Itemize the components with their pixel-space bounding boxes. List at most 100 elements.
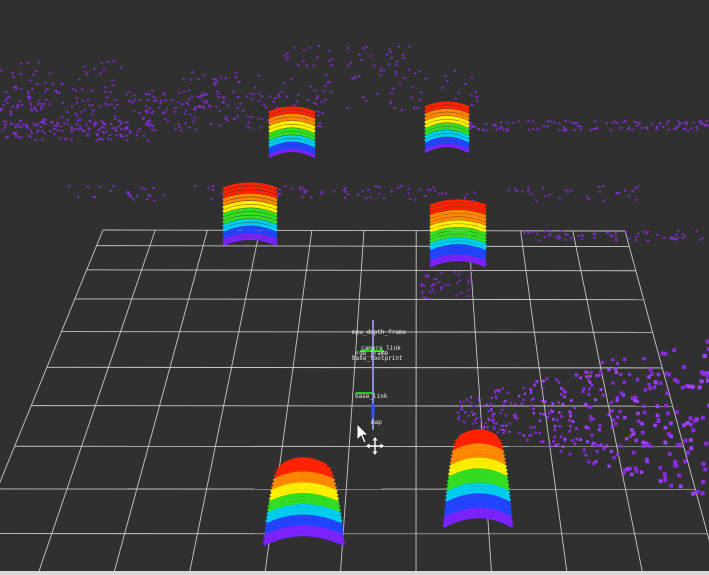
cloud-point (529, 391, 533, 394)
cloud-point (619, 391, 623, 395)
cloud-point (147, 99, 150, 102)
cloud-point (678, 124, 681, 127)
cloud-point (245, 95, 248, 98)
cloud-point (597, 428, 601, 432)
cloud-point (12, 86, 16, 89)
move-camera-icon[interactable] (366, 437, 384, 455)
cloud-point (538, 239, 541, 242)
cloud-point (115, 134, 119, 137)
cloud-point (343, 196, 347, 199)
cloud-point (438, 192, 441, 195)
cloud-point (542, 413, 546, 416)
cloud-point (394, 73, 398, 76)
cloud-point (507, 189, 511, 192)
cloud-point (514, 403, 517, 406)
cloud-point (190, 95, 194, 98)
cloud-point (559, 435, 563, 438)
cloud-point (663, 440, 668, 445)
scene-canvas[interactable]: mpu_depth_frame camera_link _rgb_frame b… (0, 0, 709, 575)
cloud-point (480, 419, 483, 421)
cloud-point (575, 373, 578, 376)
cloud-point (629, 434, 633, 438)
grid-line (37, 229, 156, 575)
cloud-point (479, 425, 482, 428)
cloud-point (349, 61, 352, 64)
3d-viewport[interactable]: mpu_depth_frame camera_link _rgb_frame b… (0, 0, 709, 575)
cloud-point (39, 121, 43, 123)
cloud-point (467, 400, 470, 402)
cloud-point (541, 379, 545, 383)
cloud-point (457, 91, 460, 94)
cloud-point (353, 77, 356, 80)
cloud-point (252, 93, 256, 96)
cloud-point (123, 128, 126, 131)
cloud-point (110, 138, 113, 141)
cloud-point (389, 102, 392, 105)
cloud-point (587, 198, 590, 200)
cloud-point (582, 387, 586, 390)
cloud-point (86, 132, 90, 135)
cloud-point (587, 393, 591, 396)
cloud-point (501, 387, 504, 390)
cloud-point (678, 484, 683, 489)
cloud-point (599, 190, 602, 193)
cloud-point (207, 186, 210, 189)
cloud-point (290, 187, 293, 190)
cloud-point (563, 437, 567, 441)
cloud-point (470, 76, 473, 79)
cloud-point (27, 92, 30, 95)
cloud-point (599, 370, 603, 374)
cloud-point (192, 120, 195, 123)
ground-grid (0, 229, 709, 575)
cloud-point (165, 107, 169, 110)
cloud-point (566, 234, 569, 236)
cloud-point (135, 134, 139, 137)
cloud-point (571, 439, 574, 442)
cloud-point (236, 115, 239, 118)
cloud-point (486, 426, 489, 429)
cloud-point (539, 440, 543, 443)
cloud-point (120, 122, 123, 125)
cloud-point (615, 398, 619, 402)
cloud-point (544, 400, 547, 403)
cloud-point (640, 127, 643, 129)
cloud-point (295, 100, 299, 103)
cloud-point (532, 412, 536, 415)
cloud-point (494, 395, 497, 398)
cloud-point (14, 124, 17, 126)
cloud-point (699, 379, 704, 384)
cloud-point (636, 185, 639, 188)
cloud-point (600, 361, 604, 365)
cloud-point (494, 391, 497, 394)
cloud-point (575, 437, 579, 441)
cloud-point (402, 57, 405, 59)
cloud-point (614, 235, 617, 238)
cloud-point (10, 122, 13, 125)
cloud-point (116, 104, 119, 106)
cloud-point (475, 422, 477, 424)
cloud-point (589, 129, 592, 132)
cloud-point (653, 423, 657, 428)
cloud-point (247, 121, 251, 124)
cloud-point (422, 296, 426, 299)
cloud-point (619, 127, 623, 129)
cloud-point (18, 100, 22, 103)
cloud-point (160, 100, 163, 102)
cloud-point (58, 92, 61, 94)
cloud-point (418, 99, 422, 102)
cloud-point (29, 104, 32, 106)
cloud-point (559, 450, 563, 453)
cloud-point (426, 276, 429, 278)
cloud-point (579, 438, 582, 442)
cloud-point (374, 185, 378, 188)
cloud-point (527, 120, 530, 122)
cloud-point (635, 399, 639, 403)
cloud-point (61, 102, 64, 104)
cloud-point (614, 422, 618, 426)
cloud-point (96, 134, 99, 136)
cloud-point (83, 109, 87, 111)
cloud-point (470, 94, 473, 97)
cloud-point (310, 196, 313, 199)
cloud-point (395, 64, 398, 67)
cloud-point (193, 185, 197, 187)
